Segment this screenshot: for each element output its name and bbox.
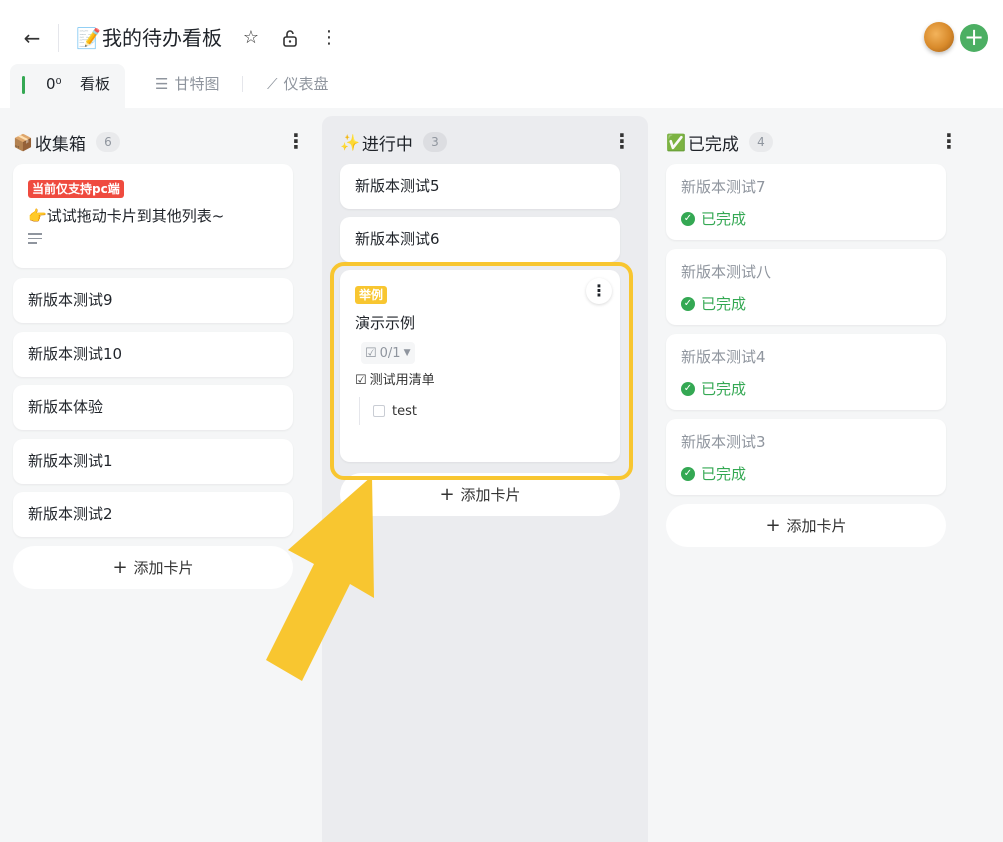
tag-label: 当前仅支持pc端: [28, 180, 124, 198]
column-more-icon[interactable]: ⋮: [612, 128, 632, 156]
tutorial-highlight-frame: [330, 262, 633, 480]
tab-label: 甘特图: [174, 75, 220, 93]
status-label: 已完成: [701, 295, 747, 313]
chart-line-icon: ⟋: [267, 75, 278, 93]
back-arrow-icon[interactable]: ←: [20, 26, 44, 50]
card[interactable]: 新版本测试2: [13, 492, 293, 537]
kanban-icon: 0⁰: [46, 75, 62, 93]
board-header: ← 📝 我的待办看板 ☆ ⋮ + 0⁰ 看板 ☰ 甘特图 ⟋ 仪表盘: [0, 0, 1003, 108]
tab-kanban[interactable]: 0⁰ 看板: [10, 64, 125, 108]
memo-emoji-icon: 📝: [76, 26, 101, 50]
pointing-hand-icon: 👉: [28, 207, 47, 225]
header-divider: [58, 24, 59, 52]
column-header: ✅ 已完成 4: [666, 128, 773, 156]
tutorial-pointer-arrow-icon: [266, 476, 374, 681]
card-title: 新版本测试3: [681, 433, 766, 451]
status-label: 已完成: [701, 465, 747, 483]
card-count-badge: 4: [748, 132, 773, 152]
card-title: 新版本测试4: [681, 348, 766, 366]
next-column-more-icon[interactable]: ⋮: [996, 128, 1003, 146]
card[interactable]: 新版本体验: [13, 385, 293, 430]
package-icon: 📦: [13, 132, 33, 152]
card-title: 新版本测试7: [681, 178, 766, 196]
status-label: 已完成: [701, 380, 747, 398]
check-mark-button-icon: ✅: [666, 132, 686, 152]
plus-icon: +: [765, 515, 781, 536]
card[interactable]: 新版本测试10: [13, 332, 293, 377]
check-circle-icon: ✓: [681, 466, 695, 481]
card[interactable]: 新版本测试5: [340, 164, 620, 209]
tab-dashboard[interactable]: ⟋ 仪表盘: [267, 64, 329, 108]
card-tip[interactable]: 当前仅支持pc端 👉试试拖动卡片到其他列表~: [13, 164, 293, 268]
plus-icon: +: [112, 557, 128, 578]
add-card-label: 添加卡片: [786, 517, 847, 535]
description-icon: [28, 233, 42, 244]
tab-divider: [242, 76, 243, 92]
column-header: ✨ 进行中 3: [340, 128, 447, 156]
check-circle-icon: ✓: [681, 296, 695, 311]
avatar[interactable]: [924, 22, 954, 52]
tab-active-indicator: [22, 76, 25, 94]
add-card-label: 添加卡片: [460, 486, 521, 504]
column-more-icon[interactable]: ⋮: [286, 128, 306, 156]
card[interactable]: 新版本测试6: [340, 217, 620, 262]
check-circle-icon: ✓: [681, 211, 695, 226]
lock-icon[interactable]: [279, 26, 301, 50]
gantt-icon: ☰: [155, 75, 169, 93]
tab-label: 仪表盘: [283, 75, 329, 93]
column-header: 📦 收集箱 6: [13, 128, 120, 156]
star-icon[interactable]: ☆: [240, 26, 262, 50]
status-label: 已完成: [701, 210, 747, 228]
column-title[interactable]: 已完成: [688, 130, 739, 155]
tab-label: 看板: [80, 75, 111, 93]
card-done[interactable]: 新版本测试4 ✓ 已完成: [666, 334, 946, 410]
tab-gantt[interactable]: ☰ 甘特图: [155, 64, 219, 108]
check-circle-icon: ✓: [681, 381, 695, 396]
add-card-button[interactable]: + 添加卡片: [13, 546, 293, 589]
card-done[interactable]: 新版本测试八 ✓ 已完成: [666, 249, 946, 325]
card-done[interactable]: 新版本测试7 ✓ 已完成: [666, 164, 946, 240]
column-done: ✅ 已完成 4 ⋮ 新版本测试7 ✓ 已完成 新版本测试八 ✓ 已完成 新版本测试4…: [666, 116, 966, 842]
card[interactable]: 新版本测试1: [13, 439, 293, 484]
add-member-plus-icon[interactable]: +: [960, 24, 988, 52]
more-vertical-icon[interactable]: ⋮: [318, 26, 340, 50]
card[interactable]: 新版本测试9: [13, 278, 293, 323]
card-title: 新版本测试八: [681, 263, 772, 281]
card-count-badge: 3: [422, 132, 447, 152]
column-title[interactable]: 收集箱: [35, 130, 86, 155]
page-title[interactable]: 我的待办看板: [102, 25, 222, 51]
add-card-label: 添加卡片: [133, 559, 194, 577]
card-title: 试试拖动卡片到其他列表~: [46, 207, 225, 225]
card-count-badge: 6: [95, 132, 120, 152]
card-done[interactable]: 新版本测试3 ✓ 已完成: [666, 419, 946, 495]
add-card-button[interactable]: + 添加卡片: [666, 504, 946, 547]
column-title[interactable]: 进行中: [362, 130, 413, 155]
plus-icon: +: [439, 484, 455, 505]
column-more-icon[interactable]: ⋮: [939, 128, 959, 156]
sparkles-icon: ✨: [340, 132, 360, 152]
